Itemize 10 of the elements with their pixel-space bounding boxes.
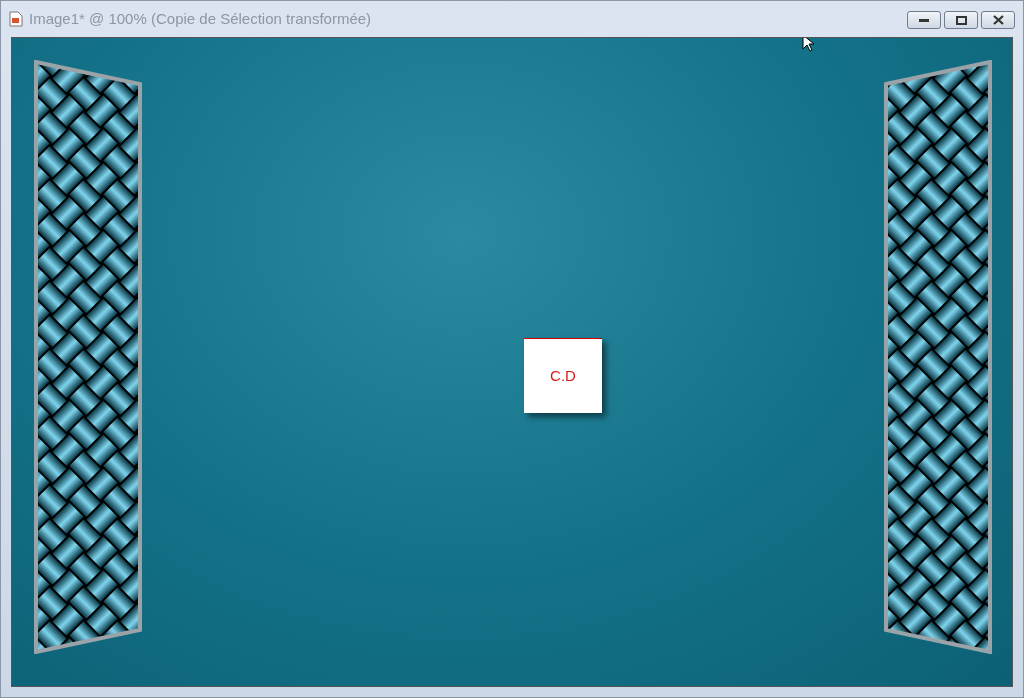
mouse-pointer-icon — [802, 38, 814, 52]
close-icon — [992, 15, 1004, 25]
maximize-icon — [955, 15, 967, 25]
document-icon — [9, 11, 23, 27]
maximize-button[interactable] — [944, 11, 978, 29]
window-title: Image1* @ 100% (Copie de Sélection transformée) — [29, 8, 372, 29]
minimize-icon — [919, 18, 929, 22]
close-button[interactable] — [981, 11, 1015, 29]
minimize-button[interactable] — [907, 11, 941, 29]
signature-text: C.D — [550, 365, 576, 386]
